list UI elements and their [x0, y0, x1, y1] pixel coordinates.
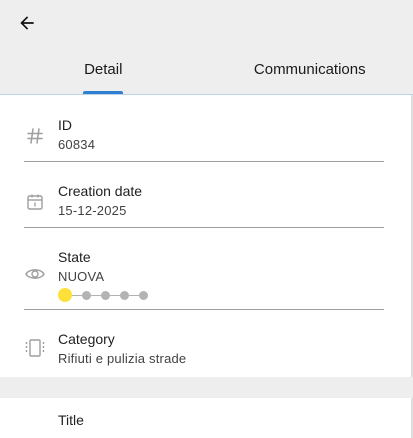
title-label: Title — [58, 412, 84, 428]
hash-icon — [24, 125, 46, 147]
stepper-step-current — [58, 288, 72, 302]
id-field: ID 60834 — [24, 111, 384, 162]
title-card: Title — [0, 398, 413, 438]
id-label: ID — [58, 117, 72, 133]
state-field: State NUOVA — [24, 243, 384, 310]
stepper-step — [82, 291, 91, 300]
back-button[interactable] — [14, 10, 40, 36]
tab-communications-label: Communications — [254, 61, 366, 78]
stepper-connector — [110, 295, 120, 296]
app-bar: Detail Communications — [0, 0, 413, 94]
eye-icon — [24, 263, 46, 285]
category-field: Category Rifiuti e pulizia strade — [24, 325, 384, 377]
creation-date-label: Creation date — [58, 183, 142, 199]
section-gap — [0, 377, 413, 398]
stepper-step — [101, 291, 110, 300]
state-value: NUOVA — [58, 269, 104, 284]
stepper-connector — [72, 295, 82, 296]
category-label: Category — [58, 331, 115, 347]
tab-bar: Detail Communications — [0, 46, 413, 94]
state-label: State — [58, 249, 91, 265]
creation-date-value: 15-12-2025 — [58, 203, 127, 218]
arrow-left-icon — [17, 13, 37, 33]
creation-date-field: Creation date 15-12-2025 — [24, 177, 384, 228]
calendar-icon — [24, 191, 46, 213]
tab-detail[interactable]: Detail — [0, 46, 207, 94]
id-value: 60834 — [58, 137, 95, 152]
category-value: Rifiuti e pulizia strade — [58, 351, 186, 366]
category-icon — [24, 337, 46, 359]
tab-communications[interactable]: Communications — [207, 46, 413, 94]
stepper-step — [139, 291, 148, 300]
detail-card: ID 60834 Creation date 15-12-2025 State … — [0, 95, 413, 377]
tab-detail-label: Detail — [84, 61, 122, 78]
stepper-connector — [129, 295, 139, 296]
state-stepper — [58, 288, 148, 302]
stepper-step — [120, 291, 129, 300]
stepper-connector — [91, 295, 101, 296]
